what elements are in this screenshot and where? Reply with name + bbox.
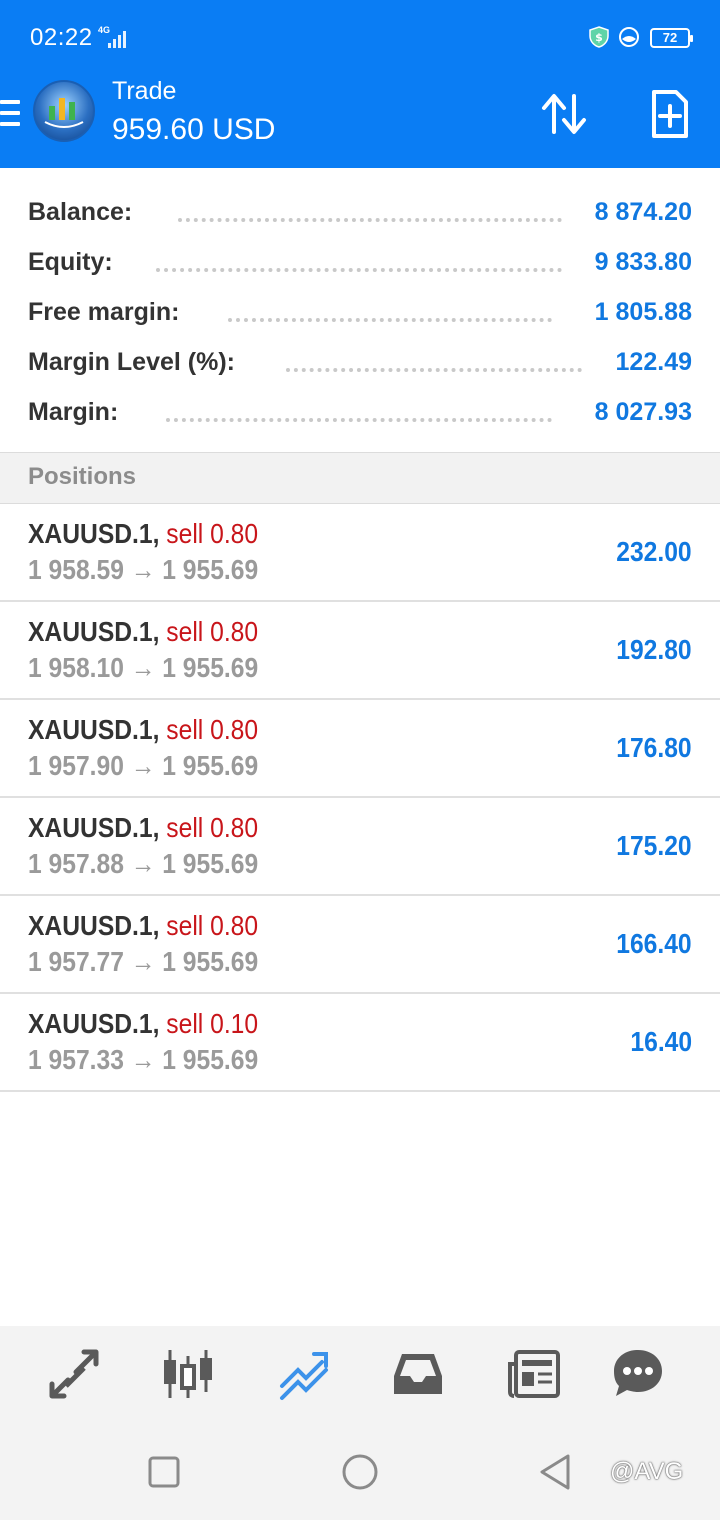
positions-list: XAUUSD.1, sell 0.80 1 958.59 → 1 955.69 … <box>0 504 720 1092</box>
position-symbol: XAUUSD.1, <box>28 714 160 745</box>
position-row[interactable]: XAUUSD.1, sell 0.10 1 957.33 → 1 955.69 … <box>0 994 720 1092</box>
position-symbol: XAUUSD.1, <box>28 910 160 941</box>
position-symbol: XAUUSD.1, <box>28 812 160 843</box>
position-profit: 232.00 <box>616 536 692 567</box>
position-side: sell 0.80 <box>166 910 259 941</box>
position-side: sell 0.80 <box>166 812 259 843</box>
equity-label: Equity: <box>28 248 123 277</box>
back-icon[interactable] <box>536 1452 576 1492</box>
margin-label: Margin: <box>28 398 129 427</box>
position-prices: 1 957.33 → 1 955.69 <box>28 1044 259 1075</box>
position-prices: 1 958.59 → 1 955.69 <box>28 554 259 585</box>
position-row[interactable]: XAUUSD.1, sell 0.80 1 957.88 → 1 955.69 … <box>0 798 720 896</box>
signal-icon <box>108 28 132 48</box>
position-profit: 166.40 <box>616 928 692 959</box>
position-symbol: XAUUSD.1, <box>28 1008 160 1039</box>
position-symbol: XAUUSD.1, <box>28 518 160 549</box>
menu-button[interactable] <box>0 98 22 130</box>
position-side: sell 0.80 <box>166 616 259 647</box>
bottom-nav <box>0 1326 720 1420</box>
chat-icon[interactable] <box>610 1346 666 1402</box>
position-prices: 1 958.10 → 1 955.69 <box>28 652 259 683</box>
new-order-icon[interactable] <box>644 88 696 140</box>
status-bar: 02:22 4G $ 72 <box>0 0 720 76</box>
account-summary: Balance: 8 874.20 Equity: 9 833.80 Free … <box>0 168 720 452</box>
positions-title: Positions <box>28 463 137 490</box>
position-profit: 176.80 <box>616 732 692 763</box>
page-title: Trade <box>112 77 177 105</box>
svg-text:$: $ <box>595 31 603 44</box>
equity-row: Equity: 9 833.80 <box>28 242 692 282</box>
balance-row: Balance: 8 874.20 <box>28 192 692 232</box>
recents-icon[interactable] <box>144 1452 184 1492</box>
position-symbol: XAUUSD.1, <box>28 616 160 647</box>
margin-level-value: 122.49 <box>605 348 692 377</box>
shield-dollar-icon: $ <box>589 26 609 48</box>
status-time: 02:22 <box>30 24 93 51</box>
position-prices: 1 957.77 → 1 955.69 <box>28 946 259 977</box>
home-icon[interactable] <box>340 1452 380 1492</box>
margin-level-label: Margin Level (%): <box>28 348 245 377</box>
position-side: sell 0.80 <box>166 518 259 549</box>
position-row[interactable]: XAUUSD.1, sell 0.80 1 958.10 → 1 955.69 … <box>0 602 720 700</box>
top-bar: 02:22 4G $ 72 Trade 959.60 USD <box>0 0 720 168</box>
chart-icon[interactable] <box>160 1346 216 1402</box>
news-icon[interactable] <box>506 1346 562 1402</box>
sort-icon[interactable] <box>538 88 590 140</box>
position-profit: 16.40 <box>630 1026 692 1057</box>
free-margin-row: Free margin: 1 805.88 <box>28 292 692 332</box>
history-icon[interactable] <box>390 1346 446 1402</box>
position-side: sell 0.80 <box>166 714 259 745</box>
app-logo <box>33 80 95 142</box>
position-row[interactable]: XAUUSD.1, sell 0.80 1 957.77 → 1 955.69 … <box>0 896 720 994</box>
position-prices: 1 957.90 → 1 955.69 <box>28 750 259 781</box>
margin-value: 8 027.93 <box>584 398 692 427</box>
position-side: sell 0.10 <box>166 1008 259 1039</box>
vpn-icon <box>619 27 639 47</box>
system-nav-bar: @AVG <box>0 1420 720 1520</box>
free-margin-label: Free margin: <box>28 298 190 327</box>
watermark: @AVG <box>610 1458 684 1485</box>
balance-label: Balance: <box>28 198 143 227</box>
position-row[interactable]: XAUUSD.1, sell 0.80 1 958.59 → 1 955.69 … <box>0 504 720 602</box>
account-profit: 959.60 USD <box>112 113 276 146</box>
trade-icon[interactable] <box>276 1346 332 1402</box>
position-profit: 175.20 <box>616 830 692 861</box>
menu-icon <box>0 100 20 104</box>
position-profit: 192.80 <box>616 634 692 665</box>
margin-row: Margin: 8 027.93 <box>28 392 692 432</box>
equity-value: 9 833.80 <box>584 248 692 277</box>
positions-header: Positions <box>0 452 720 504</box>
margin-level-row: Margin Level (%): 122.49 <box>28 342 692 382</box>
balance-value: 8 874.20 <box>584 198 692 227</box>
quotes-icon[interactable] <box>46 1346 102 1402</box>
position-prices: 1 957.88 → 1 955.69 <box>28 848 259 879</box>
free-margin-value: 1 805.88 <box>584 298 692 327</box>
position-row[interactable]: XAUUSD.1, sell 0.80 1 957.90 → 1 955.69 … <box>0 700 720 798</box>
battery-icon: 72 <box>650 28 693 48</box>
